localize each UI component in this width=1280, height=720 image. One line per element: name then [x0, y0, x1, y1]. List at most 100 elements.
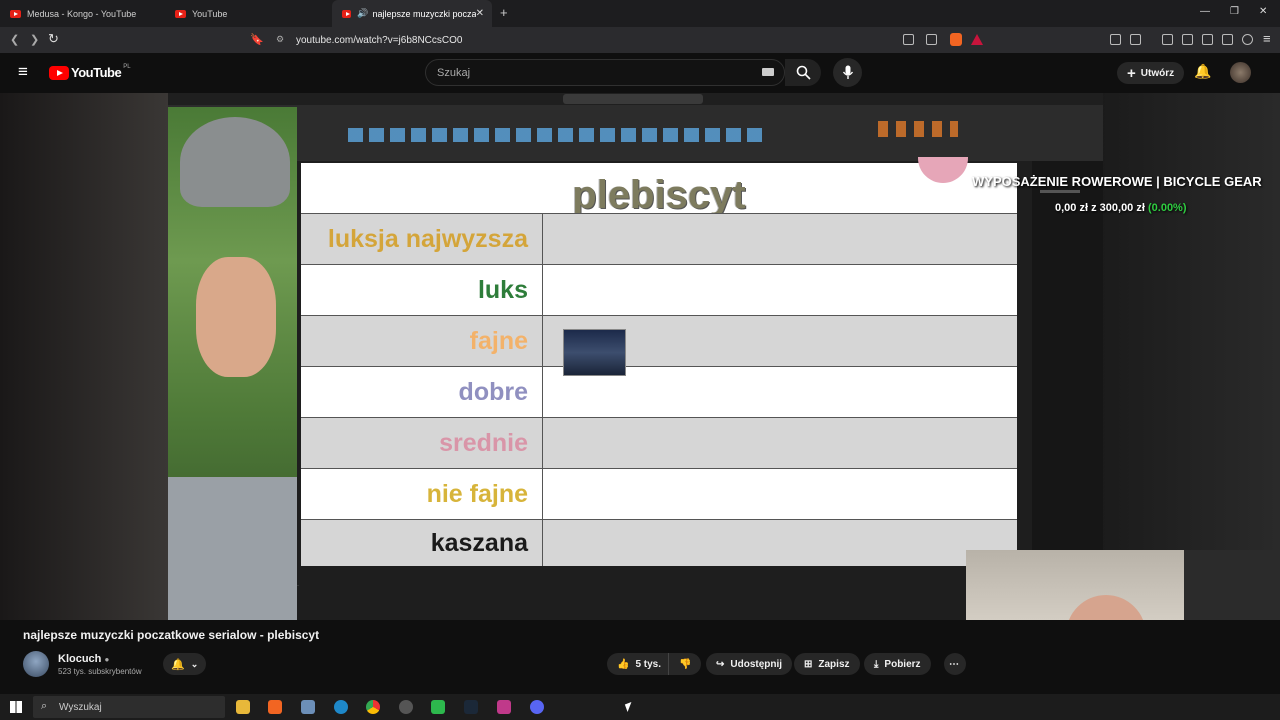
- ranked-thumbnail-image: [563, 329, 626, 376]
- picture-styles-gallery: [348, 128, 768, 142]
- dislike-button[interactable]: 👎: [668, 653, 702, 675]
- tab-youtube[interactable]: YouTube: [165, 0, 330, 27]
- share-arrow-icon: ↪: [716, 658, 725, 670]
- brave-rewards-icon[interactable]: [971, 34, 983, 45]
- brave-shields-icon[interactable]: [950, 33, 962, 46]
- channel-name[interactable]: Klocuch ●: [58, 653, 109, 665]
- sidebar-icon[interactable]: [1182, 34, 1193, 45]
- tab-medusa[interactable]: Medusa - Kongo - YouTube: [0, 0, 165, 27]
- region-code: PL: [123, 63, 131, 70]
- close-tab-icon[interactable]: ✕: [476, 8, 484, 19]
- windows-start-icon[interactable]: [10, 701, 22, 713]
- youtube-logo[interactable]: YouTube PL: [49, 63, 131, 80]
- tier-label: nie fajne: [301, 469, 543, 519]
- subscription-bell-button[interactable]: 🔔 ⌄: [163, 653, 207, 675]
- tier-row: fajne: [301, 315, 1017, 366]
- bell-icon: 🔔: [171, 658, 185, 671]
- screenshot-icon[interactable]: [1130, 34, 1141, 45]
- share-icon[interactable]: [926, 34, 937, 45]
- close-window-icon[interactable]: ✕: [1259, 6, 1267, 17]
- search-icon: [796, 65, 811, 80]
- address-bar[interactable]: ⚙ youtube.com/watch?v=j6b8NCcsCO0: [270, 30, 990, 50]
- media-icon[interactable]: [1162, 34, 1173, 45]
- channel-avatar[interactable]: [23, 651, 49, 677]
- account-avatar[interactable]: [1230, 62, 1251, 83]
- current-amount: 0,00 zł: [1055, 202, 1089, 214]
- tier-row: luksja najwyzsza: [301, 213, 1017, 264]
- edge-icon[interactable]: [334, 700, 348, 714]
- download-label: Pobierz: [884, 658, 921, 670]
- app-icon[interactable]: [497, 700, 511, 714]
- vpn-icon[interactable]: [1242, 34, 1253, 45]
- search-button[interactable]: [785, 59, 821, 86]
- wallet-icon[interactable]: [1202, 34, 1213, 45]
- menu-icon[interactable]: ≡: [1263, 31, 1271, 46]
- chrome-icon[interactable]: [366, 700, 380, 714]
- voice-search-button[interactable]: [833, 58, 862, 87]
- media-player-icon[interactable]: [431, 700, 445, 714]
- minimize-icon[interactable]: —: [1200, 6, 1210, 17]
- like-button[interactable]: 👍 5 tys.: [607, 653, 672, 675]
- donation-progress-bar: [1040, 190, 1080, 193]
- leo-ai-icon[interactable]: [1222, 34, 1233, 45]
- tier-label: luks: [301, 265, 543, 315]
- youtube-favicon-icon: [10, 9, 21, 18]
- tab-active-video[interactable]: 🔊 najlepsze muzyczki poczatkow ✕: [332, 0, 492, 27]
- powerpoint-ribbon: [168, 93, 1103, 161]
- brave-browser-icon[interactable]: [268, 700, 282, 714]
- app-icon[interactable]: [301, 700, 315, 714]
- arrange-buttons: [878, 121, 958, 137]
- tier-label: dobre: [301, 367, 543, 417]
- discord-icon[interactable]: [530, 700, 544, 714]
- obs-icon[interactable]: [399, 700, 413, 714]
- youtube-favicon-icon: [342, 9, 352, 18]
- subscriber-count: 523 tys. subskrybentów: [58, 667, 142, 676]
- share-button[interactable]: ↪ Udostępnij: [706, 653, 793, 675]
- webcam-overlay: [966, 550, 1280, 620]
- download-button[interactable]: ⤓ Pobierz: [864, 653, 931, 675]
- extensions-icon[interactable]: [1110, 34, 1121, 45]
- bookmark-add-icon: ⊞: [804, 658, 813, 670]
- keyboard-icon[interactable]: [762, 68, 774, 76]
- new-tab-button[interactable]: +: [500, 5, 508, 20]
- tab-label: YouTube: [192, 8, 228, 19]
- video-blur-left: [0, 93, 168, 620]
- hamburger-menu-icon[interactable]: ≡: [18, 62, 28, 82]
- more-actions-button[interactable]: ⋯: [944, 653, 966, 675]
- tier-label: srednie: [301, 418, 543, 468]
- back-icon[interactable]: ❮: [10, 33, 19, 46]
- search-input[interactable]: Szukaj: [425, 59, 785, 86]
- steam-icon[interactable]: [464, 700, 478, 714]
- youtube-header: ≡ YouTube PL Szukaj + Utwórz 🔔: [0, 53, 1280, 93]
- notifications-bell-icon[interactable]: 🔔: [1194, 63, 1211, 80]
- taskbar-search[interactable]: ⌕ Wyszukaj: [33, 696, 225, 718]
- download-icon: ⤓: [874, 658, 879, 670]
- video-blur-right: [1100, 93, 1280, 620]
- site-info-icon[interactable]: ⚙: [276, 34, 284, 45]
- like-count: 5 tys.: [635, 658, 662, 670]
- create-button[interactable]: + Utwórz: [1117, 62, 1185, 84]
- video-player[interactable]: plebiscyt luksja najwyzsza luks fajne do…: [0, 93, 1280, 620]
- doorway-shape: [1184, 550, 1280, 620]
- ppt-search-box: [563, 94, 703, 104]
- tab-label: Medusa - Kongo - YouTube: [27, 8, 137, 19]
- taskbar-search-label: Wyszukaj: [59, 701, 102, 713]
- reload-icon[interactable]: ↻: [48, 31, 59, 47]
- search-placeholder: Szukaj: [437, 66, 471, 79]
- slide-title: plebiscyt: [572, 173, 746, 217]
- file-explorer-icon[interactable]: [236, 700, 250, 714]
- tier-label: kaszana: [301, 520, 543, 566]
- donation-goal-amount: 0,00 zł z 300,00 zł (0.00%): [1055, 202, 1187, 214]
- tier-label: luksja najwyzsza: [301, 214, 543, 264]
- maximize-icon[interactable]: ❐: [1230, 6, 1239, 17]
- forward-icon[interactable]: ❯: [30, 33, 39, 46]
- save-label: Zapisz: [818, 658, 850, 670]
- video-title: najlepsze muzyczki poczatkowe serialow -…: [23, 628, 320, 642]
- cap-shape: [180, 117, 290, 207]
- save-button[interactable]: ⊞ Zapisz: [794, 653, 860, 675]
- bookmark-icon[interactable]: 🔖: [250, 33, 264, 46]
- face-shape: [196, 257, 276, 377]
- tier-row: dobre: [301, 366, 1017, 417]
- more-horizontal-icon: ⋯: [949, 658, 959, 670]
- cast-icon[interactable]: [903, 34, 914, 45]
